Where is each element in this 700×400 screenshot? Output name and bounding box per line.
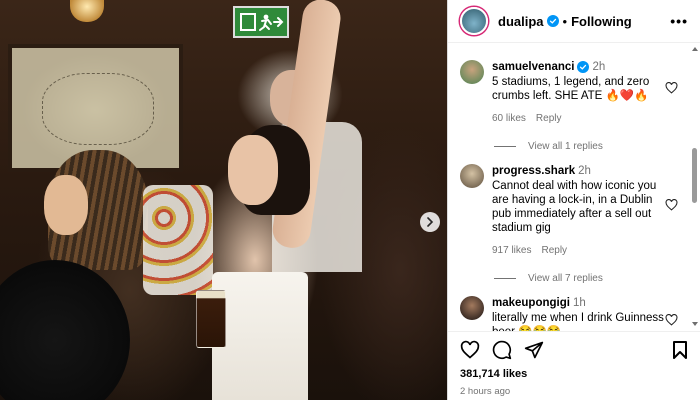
comment-meta: 917 likes Reply [492,244,664,258]
comment-text: Cannot deal with how iconic you are havi… [492,180,657,234]
chevron-right-icon [427,217,434,227]
reply-button[interactable]: Reply [541,245,567,256]
comment-bubble-icon[interactable] [492,340,512,360]
comment-body: makeupongigi 1h literally me when I drink… [492,296,664,331]
like-comment-heart-icon[interactable] [665,199,678,211]
following-button[interactable]: Following [571,14,632,29]
post-photo[interactable] [0,0,447,400]
view-replies-button[interactable]: View all 1 replies [494,141,700,152]
action-row [460,340,688,360]
commenter-avatar[interactable] [460,164,484,188]
comment-text: 5 stadiums, 1 legend, and zero crumbs le… [492,76,650,102]
comment-item: makeupongigi 1h literally me when I drink… [460,284,700,331]
braided-hair-face [44,175,88,235]
comment-time: 2h [578,165,591,177]
like-comment-heart-icon[interactable] [665,82,678,94]
comment-likes[interactable]: 917 likes [492,245,531,256]
pint-of-stout [196,290,226,348]
comment-time: 1h [572,297,586,309]
white-dress [212,272,308,400]
exit-sign-icon [233,6,289,38]
commenter-username[interactable]: progress.shark [492,165,575,177]
scroll-down-arrow-icon[interactable] [692,322,698,326]
replies-line [494,146,516,147]
instagram-post-modal: dualipa • Following ••• samuelvenanci 2h … [0,0,700,400]
comment-text: literally me when I drink Guinness beer … [492,312,664,331]
woman-face [228,135,278,205]
verified-badge-icon [546,15,559,27]
view-replies-button[interactable]: View all 7 replies [494,273,700,284]
share-send-icon[interactable] [524,340,544,360]
commenter-username[interactable]: samuelvenanci [492,61,574,73]
scroll-up-arrow-icon[interactable] [692,47,698,51]
post-likes-count[interactable]: 381,714 likes [460,368,688,380]
replies-line [494,278,516,279]
comment-body: samuelvenanci 2h 5 stadiums, 1 legend, an… [492,60,664,126]
foreground-hair [0,260,130,400]
comments-scrollbar[interactable] [692,148,697,203]
comment-meta: 60 likes Reply [492,112,664,126]
more-options-icon[interactable]: ••• [670,13,688,29]
like-comment-heart-icon[interactable] [665,314,678,326]
post-timestamp: 2 hours ago [460,386,511,397]
post-sidebar: dualipa • Following ••• samuelvenanci 2h … [447,0,700,400]
comment-item: progress.shark 2h Cannot deal with how ic… [460,152,700,258]
view-replies-label: View all 7 replies [528,273,603,284]
author-username[interactable]: dualipa [498,14,544,29]
comment-likes[interactable]: 60 likes [492,113,526,124]
comment-item: samuelvenanci 2h 5 stadiums, 1 legend, an… [460,44,700,126]
wall-lamp [70,0,104,22]
like-heart-icon[interactable] [460,340,480,360]
comment-time: 2h [592,61,606,73]
comments-list[interactable]: samuelvenanci 2h 5 stadiums, 1 legend, an… [448,44,700,331]
commenter-avatar[interactable] [460,296,484,320]
post-header: dualipa • Following ••• [448,0,700,43]
save-bookmark-icon[interactable] [672,340,688,360]
verified-badge-icon [577,61,590,73]
commenter-username[interactable]: makeupongigi [492,297,570,309]
separator-dot: • [562,13,568,29]
floral-shirt-person [143,185,213,295]
comment-body: progress.shark 2h Cannot deal with how ic… [492,164,664,258]
view-replies-label: View all 1 replies [528,141,603,152]
author-avatar[interactable] [460,7,488,35]
post-actions: 381,714 likes 2 hours ago [448,331,700,397]
carousel-next-button[interactable] [420,212,440,232]
commenter-avatar[interactable] [460,60,484,84]
reply-button[interactable]: Reply [536,113,562,124]
